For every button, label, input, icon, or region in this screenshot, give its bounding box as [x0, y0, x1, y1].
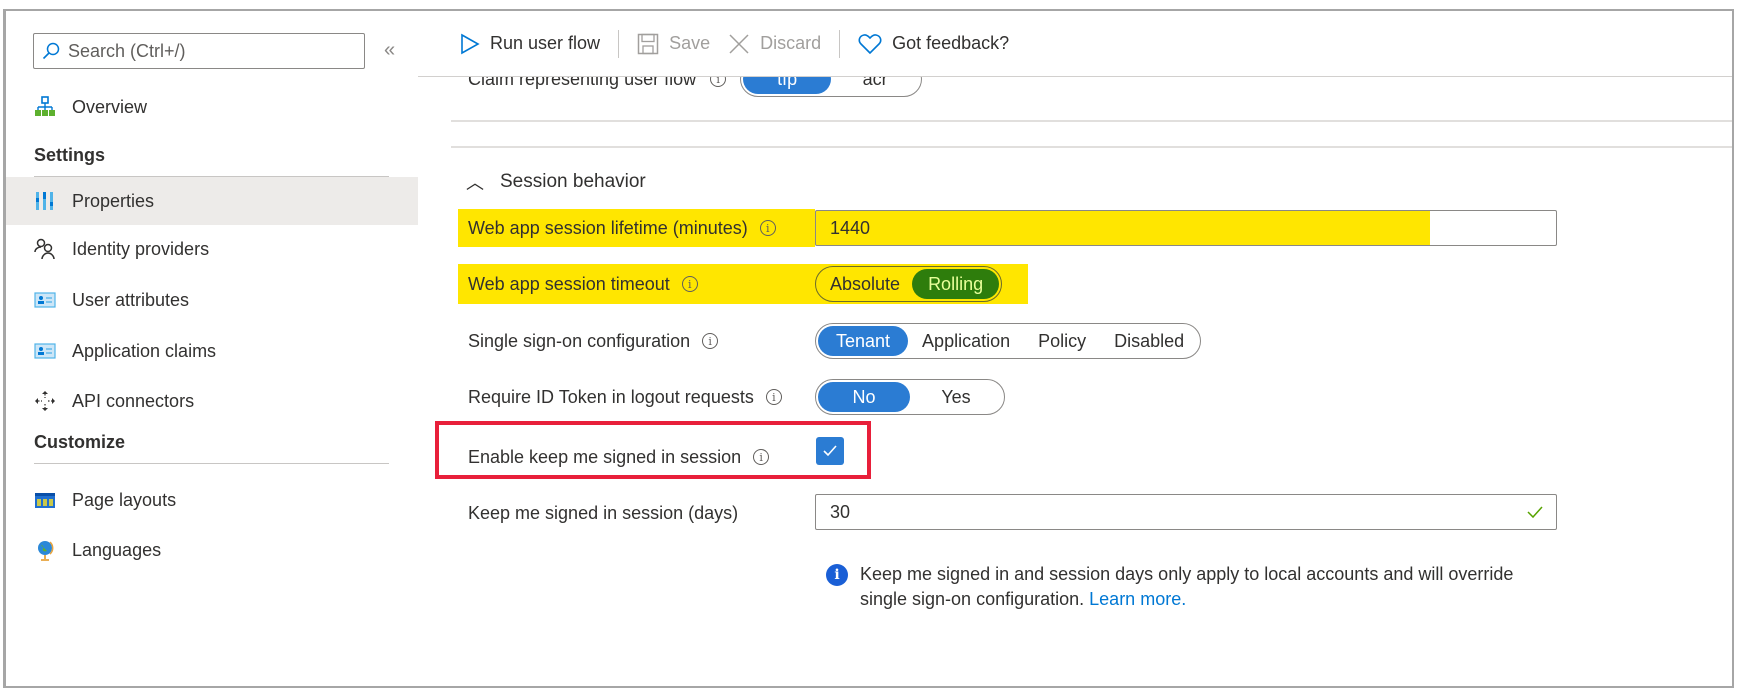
learn-more-link[interactable]: Learn more.: [1089, 589, 1186, 609]
sso-toggle-wrap: Tenant Application Policy Disabled: [815, 323, 1202, 359]
session-timeout-toggle: Absolute Rolling: [815, 266, 1003, 302]
session-behavior-title: Session behavior: [500, 171, 646, 192]
kmsi-days-row: Keep me signed in session (days): [458, 495, 738, 531]
feedback-label: Got feedback?: [892, 33, 1010, 53]
sidebar-item-label: API connectors: [72, 390, 195, 411]
idtoken-option-yes[interactable]: Yes: [910, 382, 1002, 412]
search-box[interactable]: [33, 33, 365, 69]
sidebar-item-label: Page layouts: [72, 489, 177, 510]
chevron-up-icon: ︿: [466, 173, 484, 193]
toolbar-separator: [618, 29, 620, 58]
lifetime-label-highlight: Web app session lifetime (minutes) i: [458, 209, 815, 247]
lifetime-label: Web app session lifetime (minutes): [468, 217, 748, 238]
sidebar-item-label: Identity providers: [72, 238, 210, 259]
run-user-flow-label: Run user flow: [490, 33, 601, 53]
valid-check-icon: [1527, 506, 1543, 519]
sidebar-item-user-attributes[interactable]: User attributes: [6, 276, 418, 324]
kmsi-days-field-wrap: [815, 494, 1557, 530]
window-frame: « Overview Settings Properties Identity …: [3, 9, 1734, 688]
close-icon: [729, 33, 749, 54]
save-label: Save: [669, 33, 711, 53]
divider: [451, 120, 1732, 122]
sidebar-item-label: Languages: [72, 539, 162, 560]
languages-icon: [34, 539, 56, 561]
heart-icon: [858, 33, 882, 54]
page-layouts-icon: [34, 489, 56, 511]
info-icon[interactable]: i: [681, 276, 698, 292]
settings-heading: Settings: [34, 145, 106, 165]
session-behavior-section-toggle[interactable]: ︿ Session behavior: [466, 169, 646, 195]
sso-option-disabled[interactable]: Disabled: [1100, 326, 1198, 356]
search-icon: [42, 42, 60, 60]
overview-icon: [34, 96, 56, 118]
info-icon[interactable]: i: [765, 389, 782, 405]
sidebar-item-label: Properties: [72, 190, 155, 211]
kmsi-days-input-box[interactable]: [815, 494, 1557, 530]
sso-option-tenant[interactable]: Tenant: [818, 326, 909, 356]
kmsi-note-text: Keep me signed in and session days only …: [860, 564, 1514, 609]
timeout-option-absolute[interactable]: Absolute: [818, 269, 912, 299]
lifetime-field-wrap: [815, 210, 1557, 246]
sso-row: Single sign-on configuration i: [458, 323, 719, 359]
sidebar-item-application-claims[interactable]: Application claims: [6, 327, 418, 375]
timeout-option-rolling[interactable]: Rolling: [912, 269, 1000, 299]
sso-option-application[interactable]: Application: [908, 326, 1024, 356]
feedback-button[interactable]: Got feedback?: [858, 33, 1009, 55]
toolbar-separator: [839, 29, 841, 58]
session-lifetime-input[interactable]: [830, 217, 1484, 239]
user-attributes-icon: [34, 289, 56, 311]
identity-providers-icon: [34, 238, 56, 260]
idtoken-option-no[interactable]: No: [818, 382, 910, 412]
run-user-flow-button[interactable]: Run user flow: [460, 33, 600, 55]
kmsi-days-input[interactable]: [830, 501, 1484, 523]
sidebar-item-label: Application claims: [72, 340, 217, 361]
timeout-toggle-wrap: Absolute Rolling: [815, 266, 1003, 302]
annotation-highlight-box: [435, 421, 871, 479]
info-icon[interactable]: i: [702, 333, 719, 349]
sidebar-item-identity-providers[interactable]: Identity providers: [6, 225, 418, 273]
discard-button[interactable]: Discard: [728, 33, 821, 55]
discard-label: Discard: [760, 33, 822, 53]
timeout-label: Web app session timeout: [468, 273, 670, 294]
save-icon: [637, 33, 659, 54]
session-lifetime-input-box[interactable]: [815, 210, 1557, 246]
kmsi-days-label: Keep me signed in session (days): [468, 502, 739, 523]
sso-label: Single sign-on configuration: [468, 330, 691, 351]
sidebar-item-page-layouts[interactable]: Page layouts: [6, 476, 418, 524]
require-id-token-toggle: No Yes: [815, 379, 1005, 415]
save-button[interactable]: Save: [637, 33, 710, 55]
info-icon[interactable]: i: [759, 220, 776, 236]
kmsi-info-note: i Keep me signed in and session days onl…: [826, 562, 1546, 612]
divider: [34, 463, 389, 464]
idtoken-row: Require ID Token in logout requests i: [458, 379, 782, 415]
sidebar-item-label: Overview: [72, 96, 148, 117]
sso-configuration-toggle: Tenant Application Policy Disabled: [815, 323, 1202, 359]
command-bar: Run user flow Save Discard Got feedback?: [418, 11, 1732, 77]
customize-heading: Customize: [34, 432, 126, 452]
idtoken-label: Require ID Token in logout requests: [468, 386, 754, 407]
collapse-sidebar-button[interactable]: «: [384, 39, 395, 62]
sidebar-item-overview[interactable]: Overview: [6, 83, 418, 131]
sidebar: « Overview Settings Properties Identity …: [6, 11, 418, 686]
main-content: Run user flow Save Discard Got feedback?…: [418, 11, 1732, 686]
search-input[interactable]: [68, 40, 348, 62]
divider: [451, 146, 1732, 148]
sidebar-item-api-connectors[interactable]: API connectors: [6, 377, 418, 425]
api-connectors-icon: [34, 390, 56, 412]
info-filled-icon: i: [826, 564, 848, 586]
sidebar-item-properties[interactable]: Properties: [6, 177, 418, 225]
play-icon: [461, 33, 480, 54]
sidebar-item-label: User attributes: [72, 289, 190, 310]
properties-icon: [34, 190, 56, 212]
application-claims-icon: [34, 340, 56, 362]
sidebar-item-languages[interactable]: Languages: [6, 526, 418, 574]
sso-option-policy[interactable]: Policy: [1024, 326, 1100, 356]
idtoken-toggle-wrap: No Yes: [815, 379, 1005, 415]
